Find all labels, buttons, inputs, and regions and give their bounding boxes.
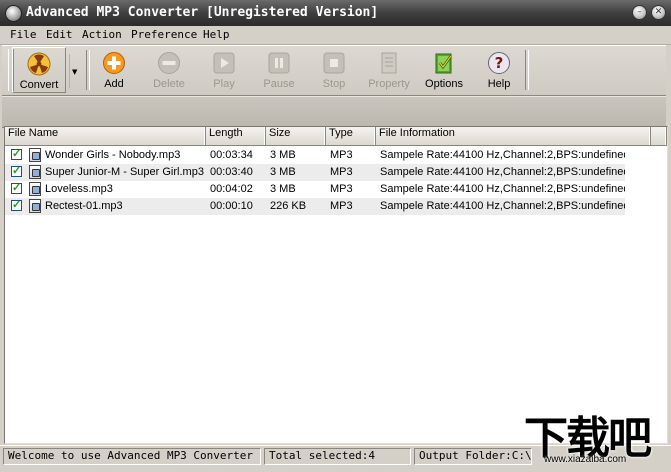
toolbar: Convert ▼ Add Delete Play Pause Stop Pro… [2,45,666,96]
menu-edit[interactable]: Edit [46,28,73,41]
list-header: File Name Length Size Type File Informat… [5,127,667,146]
app-icon[interactable] [5,5,22,22]
file-type: MP3 [330,200,353,212]
options-icon [435,53,453,74]
column-header-length[interactable]: Length [206,127,266,145]
pause-icon [268,52,290,74]
property-icon [381,52,397,74]
check-icon: ✓ [12,165,22,177]
file-length: 00:03:40 [210,166,253,178]
stop-label: Stop [322,78,346,90]
file-length: 00:03:34 [210,149,253,161]
file-length: 00:04:02 [210,183,253,195]
file-size: 3 MB [270,183,296,195]
convert-label: Convert [19,79,59,91]
table-row[interactable]: ✓ Loveless.mp3 00:04:02 3 MB MP3 Sampele… [5,181,625,198]
check-icon: ✓ [12,148,22,160]
property-button[interactable]: Property [363,47,415,93]
chevron-down-icon: ▼ [72,68,78,76]
check-icon: ✓ [12,199,22,211]
watermark: 下载吧 www.xiazaiba.com [518,402,668,470]
convert-icon [27,52,51,76]
help-label: Help [487,78,511,90]
row-checkbox[interactable]: ✓ [11,199,22,211]
table-row[interactable]: ✓ Wonder Girls - Nobody.mp3 00:03:34 3 M… [5,147,625,164]
menu-action[interactable]: Action [82,28,122,41]
file-type: MP3 [330,166,353,178]
audio-file-icon [29,182,41,196]
add-icon [103,52,125,74]
play-label: Play [213,78,235,90]
menu-bar: File Edit Action Preference Help [0,26,671,45]
column-header-file-name[interactable]: File Name [5,127,206,145]
close-button[interactable]: ✕ [651,5,666,20]
delete-icon [158,52,180,74]
app-window: Advanced MP3 Converter [Unregistered Ver… [0,0,671,472]
column-header-filler [651,127,667,145]
row-checkbox[interactable]: ✓ [11,165,22,177]
play-icon [213,52,235,74]
toolbar-separator [525,50,529,90]
column-header-size[interactable]: Size [266,127,326,145]
file-name: Super Junior-M - Super Girl.mp3 [45,166,204,178]
row-checkbox[interactable]: ✓ [11,182,22,194]
check-icon: ✓ [12,182,22,194]
menu-file[interactable]: File [10,28,37,41]
file-length: 00:00:10 [210,200,253,212]
file-size: 226 KB [270,200,307,212]
file-info: Sampele Rate:44100 Hz,Channel:2,BPS:unde… [380,183,625,195]
options-label: Options [425,78,463,90]
pause-label: Pause [263,78,295,90]
menu-preference[interactable]: Preference [131,28,197,41]
play-button[interactable]: Play [198,47,250,93]
audio-file-icon [29,165,41,179]
file-size: 3 MB [270,166,296,178]
file-info: Sampele Rate:44100 Hz,Channel:2,BPS:unde… [380,149,625,161]
title-bar[interactable]: Advanced MP3 Converter [Unregistered Ver… [0,0,671,26]
file-list[interactable]: File Name Length Size Type File Informat… [4,126,668,444]
toolbar-band [2,96,666,128]
table-row[interactable]: ✓ Rectest-01.mp3 00:00:10 226 KB MP3 Sam… [5,198,625,215]
status-welcome: Welcome to use Advanced MP3 Converter [3,448,261,465]
file-info: Sampele Rate:44100 Hz,Channel:2,BPS:unde… [380,200,625,212]
file-name: Rectest-01.mp3 [45,200,123,212]
audio-file-icon [29,148,41,162]
add-label: Add [104,78,124,90]
stop-icon [323,52,345,74]
status-output-folder: Output Folder:C:\Do [414,448,532,465]
svg-text:?: ? [495,54,504,72]
file-type: MP3 [330,183,353,195]
help-icon: ? [488,52,510,74]
file-type: MP3 [330,149,353,161]
audio-file-icon [29,199,41,213]
file-info: Sampele Rate:44100 Hz,Channel:2,BPS:unde… [380,166,625,178]
stop-button[interactable]: Stop [308,47,360,93]
convert-dropdown[interactable]: ▼ [69,54,80,88]
file-name: Wonder Girls - Nobody.mp3 [45,149,181,161]
delete-label: Delete [153,78,185,90]
watermark-url: www.xiazaiba.com [544,454,627,465]
help-button[interactable]: ? Help [473,47,525,93]
menu-help[interactable]: Help [203,28,230,41]
status-total-selected: Total selected:4 [264,448,411,465]
close-icon: ✕ [654,7,663,17]
property-label: Property [368,78,410,90]
add-button[interactable]: Add [88,47,140,93]
minimize-icon: – [637,7,642,17]
window-title: Advanced MP3 Converter [Unregistered Ver… [26,5,379,20]
minimize-button[interactable]: – [632,5,647,20]
pause-button[interactable]: Pause [253,47,305,93]
column-header-file-information[interactable]: File Information [376,127,651,145]
row-checkbox[interactable]: ✓ [11,148,22,160]
table-row[interactable]: ✓ Super Junior-M - Super Girl.mp3 00:03:… [5,164,625,181]
file-size: 3 MB [270,149,296,161]
file-name: Loveless.mp3 [45,183,113,195]
column-header-type[interactable]: Type [326,127,376,145]
options-button[interactable]: Options [418,47,470,93]
convert-button[interactable]: Convert [12,47,66,93]
delete-button[interactable]: Delete [143,47,195,93]
